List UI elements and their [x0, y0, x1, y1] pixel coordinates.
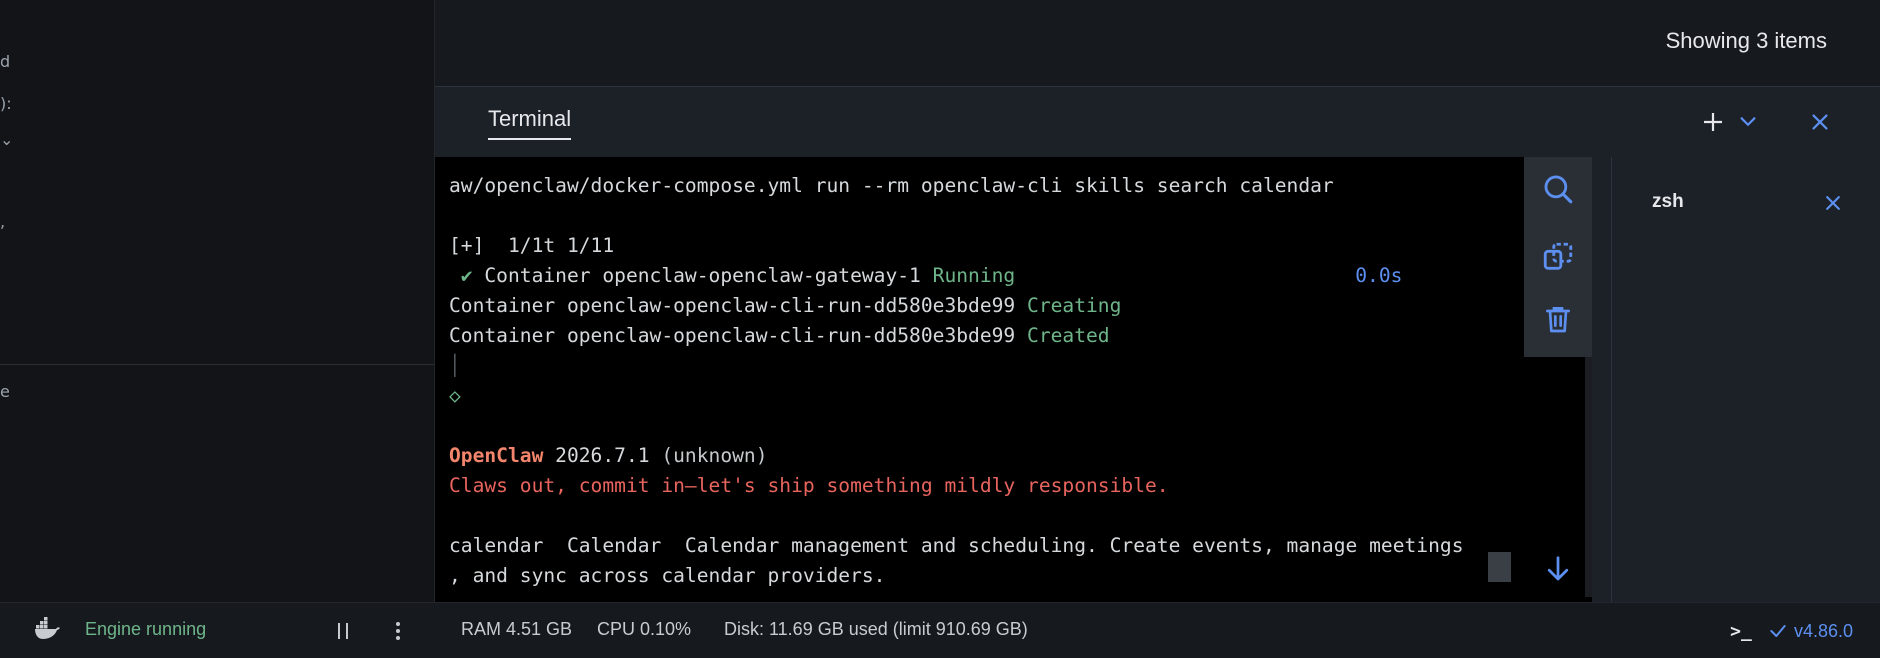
content-header: Showing 3 items [435, 0, 1880, 86]
sidebar-edge-glyph: ): [0, 94, 12, 113]
terminal-output: aw/openclaw/docker-compose.yml run --rm … [449, 171, 1592, 591]
progress-text: [+] 1/1t 1/11 [449, 234, 615, 257]
close-icon [1812, 114, 1828, 130]
sidebar-edge-glyph: e [0, 382, 10, 401]
terminal-cursor [1488, 552, 1511, 582]
version-label: v4.86.0 [1794, 620, 1854, 641]
search-result: calendar Calendar Calendar management an… [449, 534, 1464, 557]
engine-status: Engine running [85, 619, 207, 639]
chevron-down-icon [1740, 117, 1756, 127]
whale-icon [35, 617, 60, 639]
terminal-options-button[interactable] [1731, 105, 1765, 139]
ram-usage: RAM 4.51 GB [461, 619, 573, 639]
container-status: Created [1027, 324, 1110, 347]
sidebar-edge-glyph: d [0, 52, 11, 71]
terminal-scrollbar[interactable] [1585, 357, 1592, 597]
scroll-to-bottom-button[interactable] [1538, 549, 1578, 589]
terminal-prompt-icon: >_ [1730, 620, 1752, 642]
terminal-line: Container openclaw-openclaw-cli-run-dd58… [449, 291, 1592, 321]
close-session-button[interactable] [1819, 189, 1847, 217]
terminal-line: Claws out, commit in—let's ship somethin… [449, 471, 1592, 501]
tab-terminal[interactable]: Terminal [488, 106, 572, 140]
container-status: Running [932, 264, 1016, 287]
sidebar-separator [0, 364, 435, 365]
terminal-sessions: zsh [1611, 157, 1880, 603]
sidebar-edge-glyph: , [0, 212, 6, 231]
session-item-zsh[interactable]: zsh [1612, 157, 1880, 227]
terminal-header: Terminal [435, 87, 1880, 157]
tree-diamond: ◇ [449, 384, 461, 407]
terminal-output-area[interactable]: aw/openclaw/docker-compose.yml run --rm … [435, 157, 1592, 602]
terminal-line: │ [449, 351, 1592, 381]
cpu-usage: CPU 0.10% [597, 619, 692, 639]
tree-pipe: │ [449, 354, 461, 377]
item-count: Showing 3 items [1665, 28, 1827, 53]
terminal-line: calendar Calendar Calendar management an… [449, 531, 1592, 561]
session-label: zsh [1652, 191, 1684, 212]
terminal-line: [+] 1/1t 1/11 [449, 231, 1592, 261]
app-window: d ): ⌄ , e Showing 3 items Terminal aw/o… [0, 0, 1880, 658]
close-terminal-panel-button[interactable] [1803, 105, 1837, 139]
search-result: , and sync across calendar providers. [449, 564, 886, 587]
sidebar-edge-glyph: ⌄ [0, 130, 14, 149]
pause-engine-button[interactable] [330, 617, 356, 645]
terminal-line: aw/openclaw/docker-compose.yml run --rm … [449, 171, 1592, 201]
terminal-toggle-button[interactable]: >_ [1726, 617, 1756, 645]
sidebar: d ): ⌄ , e [0, 0, 435, 602]
trash-icon [1546, 307, 1570, 333]
container-name: Container openclaw-openclaw-cli-run-dd58… [449, 324, 1028, 347]
terminal-panel: Terminal aw/openclaw/docker-compose.yml … [435, 86, 1880, 603]
plus-icon [1704, 113, 1722, 131]
brand-name: OpenClaw [449, 444, 544, 467]
pause-icon [338, 623, 348, 639]
status-bar: Engine running RAM 4.51 GB CPU 0.10% Dis… [0, 602, 1880, 658]
terminal-line: Container openclaw-openclaw-cli-run-dd58… [449, 321, 1592, 351]
copy-icon [1543, 242, 1573, 270]
brand-version: 2026.7.1 [543, 444, 662, 467]
copy-button[interactable] [1538, 237, 1578, 277]
disk-usage: Disk: 11.69 GB used (limit 910.69 GB) [724, 619, 1028, 639]
container-name: Container openclaw-openclaw-gateway-1 [472, 264, 933, 287]
terminal-line: ◇ [449, 381, 1592, 411]
arrow-down-icon [1547, 556, 1569, 581]
search-icon [1544, 175, 1573, 204]
check-mark: ✔ [460, 264, 473, 287]
new-terminal-button[interactable] [1696, 105, 1730, 139]
terminal-toolbar [1524, 157, 1592, 357]
container-name: Container openclaw-openclaw-cli-run-dd58… [449, 294, 1028, 317]
tagline: Claws out, commit in—let's ship somethin… [449, 474, 1169, 497]
container-duration: 0.0s [1355, 264, 1403, 287]
more-vertical-icon [396, 622, 400, 640]
search-button[interactable] [1538, 169, 1578, 209]
clear-button[interactable] [1538, 299, 1578, 339]
brand-note: (unknown) [661, 444, 768, 467]
terminal-line: , and sync across calendar providers. [449, 561, 1592, 591]
close-icon [1826, 196, 1840, 210]
terminal-line: OpenClaw 2026.7.1 (unknown) [449, 441, 1592, 471]
container-status: Creating [1027, 294, 1122, 317]
version-badge[interactable]: v4.86.0 [1768, 617, 1853, 645]
more-options-button[interactable] [388, 617, 408, 645]
terminal-line: ✔ Container openclaw-openclaw-gateway-1 … [449, 261, 1592, 291]
check-icon [1770, 625, 1786, 637]
command-text: aw/openclaw/docker-compose.yml run --rm … [449, 174, 1334, 197]
